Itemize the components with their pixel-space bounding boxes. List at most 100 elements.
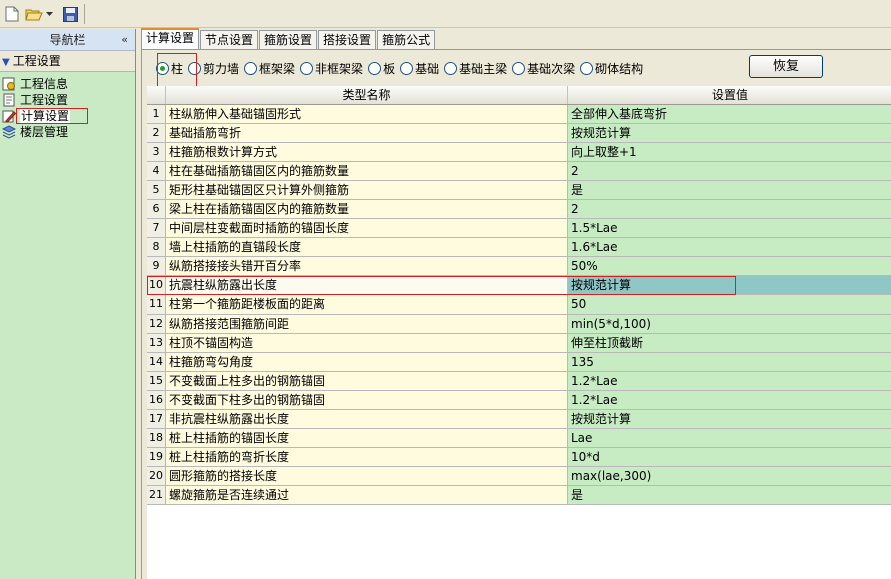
row-number: 4 (147, 162, 166, 181)
row-number: 12 (147, 314, 166, 333)
tab-stirrup-formula[interactable]: 箍筋公式 (377, 30, 436, 49)
table-row[interactable]: 3 柱箍筋根数计算方式 向上取整+1 (147, 143, 891, 163)
settings-grid: 类型名称 设置值 1 柱纵筋伸入基础锚固形式 全部伸入基底弯折 2 基础插筋弯折 按规范计… (147, 86, 891, 579)
table-row[interactable]: 8 墙上柱插筋的直锚段长度 1.6*Lae (147, 238, 891, 258)
setting-name-cell: 柱顶不锚固构造 (166, 333, 568, 352)
table-row[interactable]: 16 不变截面下柱多出的钢筋锚固 1.2*Lae (147, 390, 891, 410)
table-row[interactable]: 13 柱顶不锚固构造 伸至柱顶截断 (147, 333, 891, 353)
tab-lap-settings[interactable]: 搭接设置 (318, 30, 377, 49)
table-row[interactable]: 19 桩上柱插筋的弯折长度 10*d (147, 447, 891, 467)
setting-name-cell: 墙上柱插筋的直锚段长度 (166, 238, 568, 257)
nav-item-project-info[interactable]: 工程信息 (0, 76, 135, 92)
setting-name-cell: 不变截面下柱多出的钢筋锚固 (166, 390, 568, 409)
radio-foundation-secondary-beam[interactable]: 基础次梁 (512, 60, 575, 77)
setting-value-cell[interactable]: 1.5*Lae (568, 219, 891, 238)
setting-name-cell: 柱箍筋弯勾角度 (166, 352, 568, 371)
radio-circle (244, 61, 258, 75)
setting-name-cell: 柱纵筋伸入基础锚固形式 (166, 105, 568, 124)
radio-non-frame-beam[interactable]: 非框架梁 (300, 60, 363, 77)
table-row[interactable]: 4 柱在基础插筋锚固区内的箍筋数量 2 (147, 162, 891, 182)
table-row[interactable]: 1 柱纵筋伸入基础锚固形式 全部伸入基底弯折 (147, 105, 891, 125)
table-row[interactable]: 10 抗震柱纵筋露出长度 按规范计算 (147, 276, 891, 296)
selection-highlight-box (16, 108, 88, 124)
setting-value-cell[interactable]: min(5*d,100) (568, 314, 891, 333)
table-row[interactable]: 9 纵筋搭接接头错开百分率 50% (147, 257, 891, 277)
radio-circle (400, 61, 414, 75)
tab-calc-settings[interactable]: 计算设置 (141, 28, 200, 49)
radio-circle (444, 61, 458, 75)
new-file-icon[interactable] (2, 4, 22, 24)
radio-foundation-main-beam[interactable]: 基础主梁 (444, 60, 507, 77)
setting-value-cell[interactable]: 50% (568, 257, 891, 276)
open-folder-icon[interactable] (24, 4, 44, 24)
table-row[interactable]: 18 桩上柱插筋的锚固长度 Lae (147, 428, 891, 448)
setting-value-cell[interactable]: 全部伸入基底弯折 (568, 105, 891, 124)
setting-value-cell[interactable]: 是 (568, 181, 891, 200)
table-row[interactable]: 5 矩形柱基础锚固区只计算外侧箍筋是 (147, 181, 891, 201)
nav-header: 导航栏 « (0, 29, 135, 51)
setting-value-cell[interactable]: 2 (568, 162, 891, 181)
table-row[interactable]: 21 螺旋箍筋是否连续通过是 (147, 485, 891, 505)
radio-circle (188, 61, 202, 75)
component-type-radio-group: 柱 剪力墙 框架梁 非框架梁 板 基础 基础主梁 基础次梁 砌体结构 (156, 56, 648, 80)
setting-name-cell: 纵筋搭接接头错开百分率 (166, 257, 568, 276)
table-row[interactable]: 11 柱第一个箍筋距楼板面的距离 50 (147, 295, 891, 315)
setting-value-cell[interactable]: 1.2*Lae (568, 371, 891, 390)
setting-value-cell[interactable]: 伸至柱顶截断 (568, 333, 891, 352)
radio-shear-wall[interactable]: 剪力墙 (188, 60, 239, 77)
table-row[interactable]: 17 非抗震柱纵筋露出长度 按规范计算 (147, 409, 891, 429)
setting-value-cell[interactable]: Lae (568, 428, 891, 447)
open-dropdown-arrow-icon[interactable] (44, 4, 54, 24)
setting-value-cell[interactable]: 向上取整+1 (568, 143, 891, 162)
setting-name-cell: 基础插筋弯折 (166, 124, 568, 143)
setting-name-cell: 矩形柱基础锚固区只计算外侧箍筋 (166, 181, 568, 200)
collapse-nav-icon[interactable]: « (121, 29, 128, 51)
type-name-header[interactable]: 类型名称 (166, 86, 568, 104)
table-row[interactable]: 14 柱箍筋弯勾角度 135 (147, 352, 891, 372)
setting-name-cell: 抗震柱纵筋露出长度 (166, 276, 568, 295)
radio-masonry[interactable]: 砌体结构 (580, 60, 643, 77)
main-panel: 计算设置 节点设置 箍筋设置 搭接设置 箍筋公式 柱 剪力墙 框架梁 非框架梁 … (139, 28, 891, 579)
table-row[interactable]: 6 梁上柱在插筋锚固区内的箍筋数量 2 (147, 200, 891, 220)
row-number: 2 (147, 124, 166, 143)
setting-value-cell[interactable]: 1.2*Lae (568, 390, 891, 409)
row-number: 18 (147, 428, 166, 447)
radio-frame-beam[interactable]: 框架梁 (244, 60, 295, 77)
setting-value-cell[interactable]: 按规范计算 (568, 124, 891, 143)
radio-circle (300, 61, 314, 75)
floor-stack-icon (1, 125, 17, 139)
nav-item-project-settings[interactable]: 工程设置 (0, 92, 135, 108)
setting-value-cell[interactable]: max(lae,300) (568, 466, 891, 485)
setting-value-cell[interactable]: 10*d (568, 447, 891, 466)
row-number: 9 (147, 257, 166, 276)
restore-button[interactable]: 恢复 (749, 55, 823, 78)
setting-value-cell[interactable]: 是 (568, 485, 891, 504)
table-row[interactable]: 2 基础插筋弯折 按规范计算 (147, 124, 891, 144)
tab-node-settings[interactable]: 节点设置 (200, 30, 259, 49)
nav-item-calc-settings[interactable]: 计算设置 (0, 108, 135, 124)
setting-value-cell[interactable]: 按规范计算 (568, 409, 891, 428)
setting-value-cell[interactable]: 2 (568, 200, 891, 219)
table-row[interactable]: 7 中间层柱变截面时插筋的锚固长度 1.5*Lae (147, 219, 891, 239)
radio-column[interactable]: 柱 (156, 60, 183, 77)
row-number: 11 (147, 295, 166, 314)
tab-stirrup-settings[interactable]: 箍筋设置 (259, 30, 318, 49)
setting-value-cell[interactable]: 135 (568, 352, 891, 371)
table-row[interactable]: 12 纵筋搭接范围箍筋间距 min(5*d,100) (147, 314, 891, 334)
radio-slab[interactable]: 板 (368, 60, 395, 77)
table-row[interactable]: 20 圆形箍筋的搭接长度 max(lae,300) (147, 466, 891, 486)
setting-value-header[interactable]: 设置值 (568, 86, 891, 104)
tab-content: 柱 剪力墙 框架梁 非框架梁 板 基础 基础主梁 基础次梁 砌体结构 恢复 类型… (141, 49, 891, 579)
radio-foundation[interactable]: 基础 (400, 60, 439, 77)
nav-list: 工程信息 工程设置 计算设置 楼层管理 (0, 72, 135, 140)
setting-name-cell: 桩上柱插筋的锚固长度 (166, 428, 568, 447)
nav-group-project-settings[interactable]: ▼ 工程设置 (0, 51, 135, 72)
setting-value-cell[interactable]: 50 (568, 295, 891, 314)
setting-value-cell[interactable]: 按规范计算 (568, 276, 891, 295)
setting-value-cell[interactable]: 1.6*Lae (568, 238, 891, 257)
nav-item-floor-management[interactable]: 楼层管理 (0, 124, 135, 140)
table-row[interactable]: 15 不变截面上柱多出的钢筋锚固 1.2*Lae (147, 371, 891, 391)
navigation-pane: 导航栏 « ▼ 工程设置 工程信息 工程设置 计算设置 楼层管理 (0, 29, 136, 579)
save-disk-icon[interactable] (60, 4, 80, 24)
row-number: 14 (147, 352, 166, 371)
